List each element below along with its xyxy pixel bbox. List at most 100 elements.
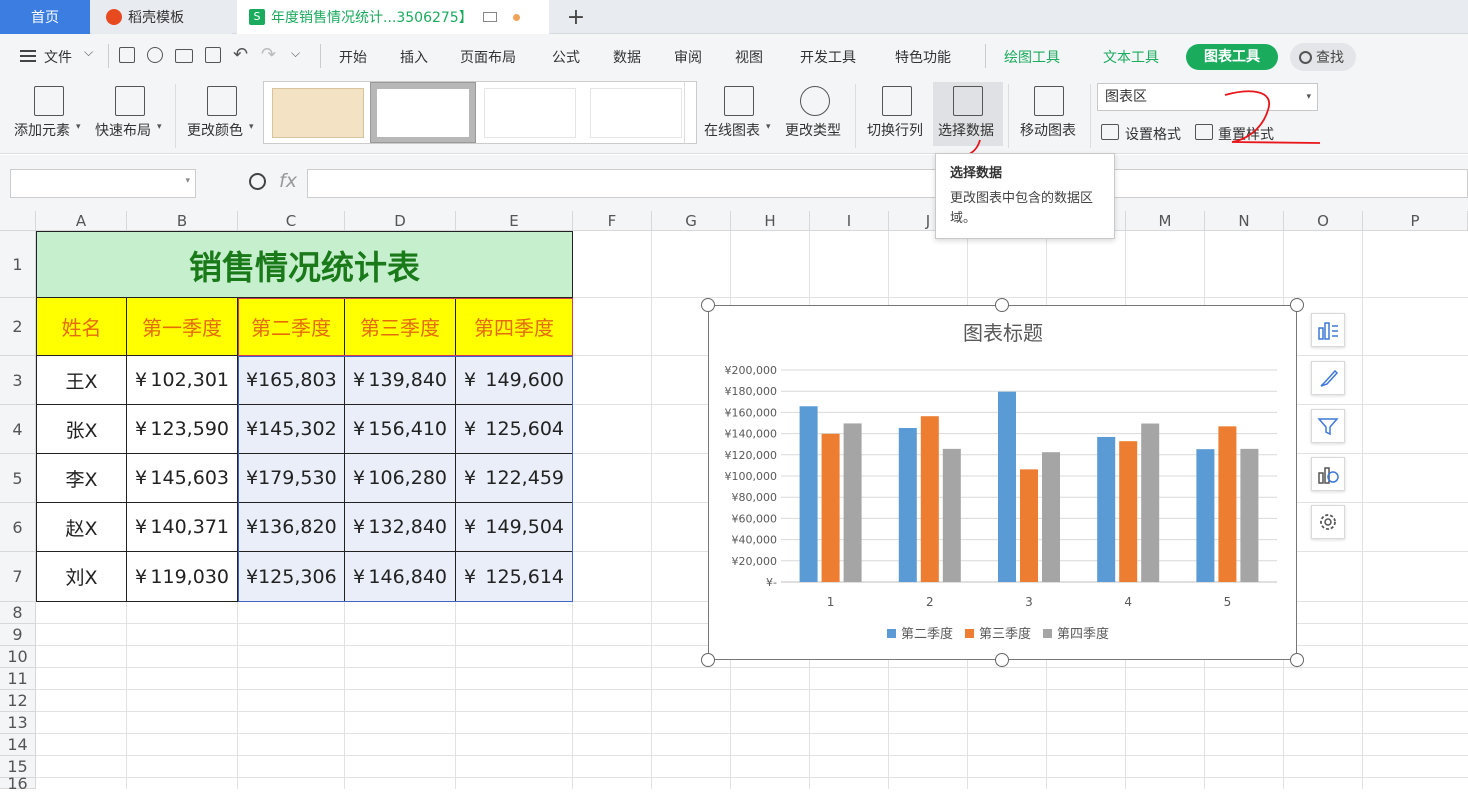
resize-handle[interactable] <box>995 653 1009 667</box>
table-cell-name[interactable]: 赵X <box>36 503 127 552</box>
resize-handle[interactable] <box>701 298 715 312</box>
column-header[interactable]: B <box>127 211 238 231</box>
chevron-down-icon: ▾ <box>185 176 190 186</box>
legend-swatch <box>965 629 974 638</box>
chart-style-brush-icon[interactable] <box>1311 361 1345 395</box>
amount-value: 123,590 <box>150 418 229 440</box>
row-header[interactable]: 3 <box>0 356 36 405</box>
resize-handle[interactable] <box>1290 298 1304 312</box>
table-header-cell[interactable]: 第一季度 <box>127 298 238 356</box>
grid-line <box>36 755 1468 756</box>
bar <box>1020 469 1038 582</box>
selection-highlight <box>238 298 573 356</box>
x-tick-label: 5 <box>1224 595 1232 609</box>
name-box[interactable]: ▾ <box>10 169 196 198</box>
resize-handle[interactable] <box>1290 653 1304 667</box>
table-cell-amount[interactable]: ¥140,371 <box>127 503 238 552</box>
amount-value: 102,301 <box>150 369 229 391</box>
chart-filter-icon[interactable] <box>1311 409 1345 443</box>
column-header[interactable]: P <box>1363 211 1468 231</box>
table-cell-amount[interactable]: ¥123,590 <box>127 405 238 454</box>
x-tick-label: 1 <box>827 595 835 609</box>
amount-value: 145,603 <box>150 467 229 489</box>
tooltip-title: 选择数据 <box>950 166 1003 181</box>
bar <box>1119 441 1138 582</box>
resize-handle[interactable] <box>995 298 1009 312</box>
y-tick-label: ¥40,000 <box>732 534 778 547</box>
bar <box>1097 436 1116 582</box>
bar <box>998 391 1016 582</box>
currency-symbol: ¥ <box>135 565 148 588</box>
select-all-corner[interactable] <box>0 211 36 231</box>
row-header[interactable]: 2 <box>0 298 36 356</box>
bar <box>942 448 961 582</box>
table-cell-name[interactable]: 张X <box>36 405 127 454</box>
chart-settings-gear-icon[interactable] <box>1311 505 1345 539</box>
y-tick-label: ¥140,000 <box>725 428 778 441</box>
bar-chart[interactable]: 图表标题 ¥- ¥20,000 ¥40,000 ¥60,000 ¥80,000 ¥100,0… <box>709 306 1298 661</box>
selection-highlight <box>238 356 573 602</box>
currency-symbol: ¥ <box>135 418 148 440</box>
column-header[interactable]: N <box>1205 211 1284 231</box>
table-cell-amount[interactable]: ¥119,030 <box>127 552 238 602</box>
bar <box>1141 423 1160 582</box>
chart-elements-icon[interactable] <box>1311 313 1345 347</box>
row-header[interactable]: 6 <box>0 503 36 552</box>
legend-swatch <box>1043 629 1052 638</box>
row-header[interactable]: 9 <box>0 624 36 646</box>
zoom-icon[interactable] <box>249 173 266 190</box>
resize-handle[interactable] <box>701 653 715 667</box>
column-header[interactable]: D <box>345 211 456 231</box>
row-header[interactable]: 12 <box>0 690 36 712</box>
table-cell-name[interactable]: 李X <box>36 454 127 503</box>
tooltip-body: 更改图表中包含的数据区域。 <box>950 191 1094 226</box>
row-header[interactable]: 5 <box>0 454 36 503</box>
column-header[interactable]: H <box>731 211 810 231</box>
y-tick-label: ¥20,000 <box>732 555 778 568</box>
bar <box>920 416 939 582</box>
fx-icon[interactable]: fx <box>279 170 297 192</box>
y-tick-label: ¥- <box>766 576 777 589</box>
table-title-cell[interactable]: 销售情况统计表 <box>36 231 573 298</box>
currency-symbol: ¥ <box>135 516 148 538</box>
table-cell-name[interactable]: 王X <box>36 356 127 405</box>
y-tick-label: ¥120,000 <box>725 449 778 462</box>
row-header[interactable]: 14 <box>0 734 36 756</box>
grid-line <box>1362 231 1363 789</box>
table-cell-name[interactable]: 刘X <box>36 552 127 602</box>
row-header[interactable]: 8 <box>0 602 36 624</box>
bar <box>821 433 840 582</box>
grid-line <box>36 711 1468 712</box>
row-header[interactable]: 4 <box>0 405 36 454</box>
formula-input[interactable] <box>307 169 1468 198</box>
amount-value: 119,030 <box>150 565 229 588</box>
column-header[interactable]: C <box>238 211 345 231</box>
x-tick-label: 4 <box>1124 595 1132 609</box>
column-header[interactable]: F <box>573 211 652 231</box>
x-tick-label: 3 <box>1025 595 1033 609</box>
row-header[interactable]: 16 <box>0 774 36 793</box>
grid-line <box>36 733 1468 734</box>
online-chart-side-icon[interactable] <box>1311 457 1345 491</box>
legend-label: 第三季度 <box>979 626 1031 642</box>
grid-line <box>36 777 1468 778</box>
currency-symbol: ¥ <box>135 467 148 489</box>
bar <box>1240 448 1259 582</box>
column-header[interactable]: G <box>652 211 731 231</box>
row-header[interactable]: 1 <box>0 231 36 298</box>
table-cell-amount[interactable]: ¥102,301 <box>127 356 238 405</box>
y-tick-label: ¥60,000 <box>732 512 778 525</box>
table-cell-amount[interactable]: ¥145,603 <box>127 454 238 503</box>
column-header[interactable]: A <box>36 211 127 231</box>
column-header[interactable]: O <box>1284 211 1363 231</box>
row-header[interactable]: 11 <box>0 668 36 690</box>
y-tick-label: ¥100,000 <box>725 470 778 483</box>
column-header[interactable]: I <box>810 211 889 231</box>
chart-container[interactable]: 图表标题 ¥- ¥20,000 ¥40,000 ¥60,000 ¥80,000 ¥100,0… <box>708 305 1297 660</box>
row-header[interactable]: 10 <box>0 646 36 668</box>
column-header[interactable]: M <box>1126 211 1205 231</box>
row-header[interactable]: 7 <box>0 552 36 602</box>
table-header-cell[interactable]: 姓名 <box>36 298 127 356</box>
column-header[interactable]: E <box>456 211 573 231</box>
row-header[interactable]: 13 <box>0 712 36 734</box>
